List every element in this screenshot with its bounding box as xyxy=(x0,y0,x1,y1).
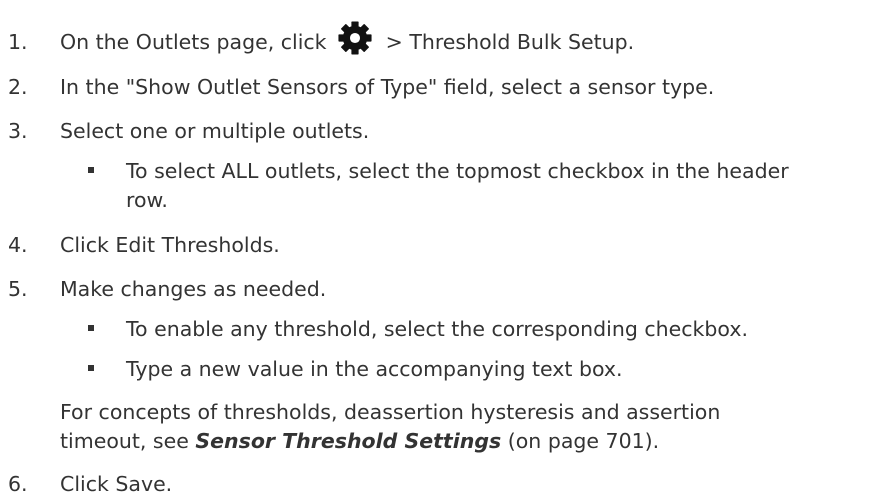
step-2-text: In the "Show Outlet Sensors of Type" fie… xyxy=(60,75,715,99)
step-5-note-line-1: For concepts of thresholds, deassertion … xyxy=(60,400,721,424)
step-number: 2. xyxy=(8,75,28,99)
step-1-text: On the Outlets page, click > Threshold B… xyxy=(60,21,635,56)
step-3-text: Select one or multiple outlets. xyxy=(60,119,370,143)
step-6-text: Click Save. xyxy=(60,472,173,496)
note-text-before-link: timeout, see xyxy=(60,429,189,453)
step-1-before-icon: On the Outlets page, click xyxy=(60,30,327,54)
document-page: 1. On the Outlets page, click > Threshol… xyxy=(0,0,869,500)
step-number: 6. xyxy=(8,472,28,496)
step-5-text: Make changes as needed. xyxy=(60,277,327,301)
step-number: 3. xyxy=(8,119,28,143)
step-3-bullet-1-line-2: row. xyxy=(126,188,168,212)
gear-icon xyxy=(338,21,372,55)
step-3-bullet-1-line-1: To select ALL outlets, select the topmos… xyxy=(126,159,789,183)
step-5-bullet-1: To enable any threshold, select the corr… xyxy=(126,317,748,341)
step-number: 5. xyxy=(8,277,28,301)
sensor-threshold-settings-link[interactable]: Sensor Threshold Settings xyxy=(195,429,501,453)
step-1-after-icon: > Threshold Bulk Setup. xyxy=(385,30,635,54)
step-4-text: Click Edit Thresholds. xyxy=(60,233,280,257)
bullet-marker xyxy=(88,325,94,331)
bullet-marker xyxy=(88,365,94,371)
step-5-bullet-2: Type a new value in the accompanying tex… xyxy=(126,357,623,381)
note-text-after-link: (on page 701). xyxy=(507,429,660,453)
step-number: 4. xyxy=(8,233,28,257)
step-number: 1. xyxy=(8,30,28,54)
step-5-note-line-2: timeout, see Sensor Threshold Settings (… xyxy=(60,427,659,455)
bullet-marker xyxy=(88,167,94,173)
